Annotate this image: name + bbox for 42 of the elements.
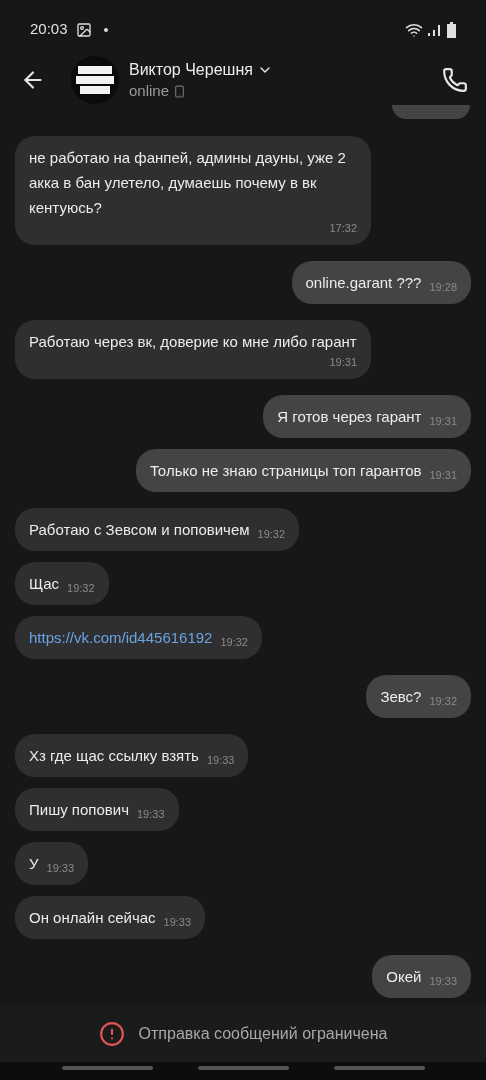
message-text: не работаю на фанпей, админы дауны, уже 2 акка в бан улетело, думаешь почему в вк кентуюсь?: [29, 148, 347, 218]
message-text: У: [29, 854, 39, 874]
message-text: Я готов через гарант: [277, 407, 422, 427]
phone-device-icon: [173, 84, 187, 98]
message-time: 19:33: [46, 861, 75, 876]
message-link[interactable]: https://vk.com/id445616192: [29, 625, 213, 650]
nav-bar-handle[interactable]: [61, 1066, 153, 1070]
message-time: 19:32: [67, 581, 95, 596]
battery-icon: [447, 21, 456, 38]
status-time: 20:03: [30, 19, 68, 40]
avatar[interactable]: [71, 56, 119, 104]
message-time: 19:31: [429, 414, 457, 429]
message-text: Работаю с Зевсом и поповичем: [29, 520, 250, 540]
message-time: 19:33: [206, 753, 235, 768]
gallery-icon: [75, 21, 92, 38]
message-text: online.garant ???: [305, 273, 422, 293]
message-time: 19:32: [220, 635, 248, 650]
message-time: 19:33: [136, 807, 165, 822]
message-text: Пишу попович: [29, 800, 129, 820]
message-text: Хз где щас ссылку взять: [29, 746, 199, 766]
contact-name[interactable]: Виктор Черешня: [129, 59, 253, 81]
nav-bar-handle[interactable]: [333, 1066, 425, 1070]
message-time: 19:28: [429, 280, 457, 295]
message-text: Работаю через вк, доверие ко мне либо гарант: [29, 332, 357, 352]
message-time: 19:32: [429, 694, 457, 709]
call-icon[interactable]: [442, 67, 468, 93]
message-time: 19:33: [163, 915, 192, 930]
message-time: 19:32: [257, 527, 286, 542]
alert-icon: [98, 1020, 125, 1047]
signal-icon: [427, 22, 443, 37]
message-text: Только не знаю страницы топ гарантов: [149, 461, 422, 481]
presence-status: online: [129, 81, 170, 101]
message-text: Щас: [29, 574, 60, 594]
message-time: 19:31: [329, 355, 357, 370]
message-text: Зевс?: [380, 687, 422, 707]
message-time: 19:31: [429, 468, 457, 483]
message-text: Он онлайн сейчас: [29, 908, 156, 928]
nav-bar-handle[interactable]: [197, 1066, 289, 1070]
message-text: Окей: [386, 967, 422, 987]
message-time: 17:32: [329, 221, 357, 236]
restriction-notice: Отправка сообщений ограничена: [138, 1023, 388, 1044]
message-time: 19:33: [429, 974, 457, 989]
